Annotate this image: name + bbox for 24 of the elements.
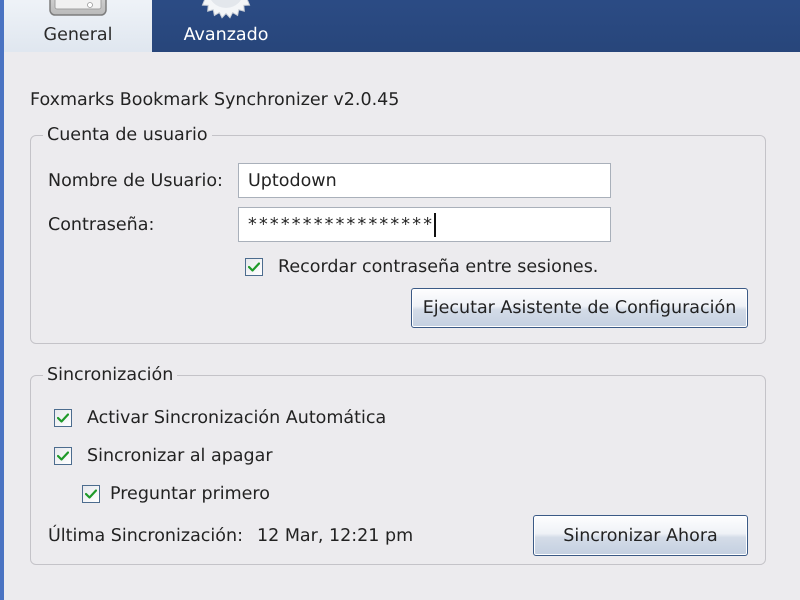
checkbox[interactable] [82,485,100,503]
setup-wizard-button[interactable]: Ejecutar Asistente de Configuración [411,288,748,328]
checkmark-icon [57,451,69,461]
window-icon [49,0,107,16]
checkbox[interactable] [245,258,263,276]
checkbox-label[interactable]: Activar Sincronización Automática [87,408,386,428]
checkbox-label[interactable]: Recordar contraseña entre sesiones. [278,257,598,277]
checkbox[interactable] [54,409,72,427]
tab[interactable]: General [4,0,152,52]
username-label: Nombre de Usuario: [48,170,224,190]
last-sync-label: Última Sincronización: [48,526,244,546]
tab[interactable]: Avanzado [152,0,300,52]
password-field[interactable]: ***************** [238,207,611,242]
sync-now-button[interactable]: Sincronizar Ahora [533,515,748,556]
checkbox[interactable] [54,447,72,465]
app-version-title: Foxmarks Bookmark Synchronizer v2.0.45 [30,89,400,112]
checkmark-icon [85,489,97,499]
checkmark-icon [57,413,69,423]
checkbox-label[interactable]: Preguntar primero [110,484,270,504]
password-label: Contraseña: [48,214,156,234]
checkbox-label[interactable]: Sincronizar al apagar [87,446,273,466]
checkmark-icon [248,262,260,272]
last-sync-time: 12 Mar, 12:21 pm [257,526,414,546]
username-field[interactable]: Uptodown [238,163,611,198]
